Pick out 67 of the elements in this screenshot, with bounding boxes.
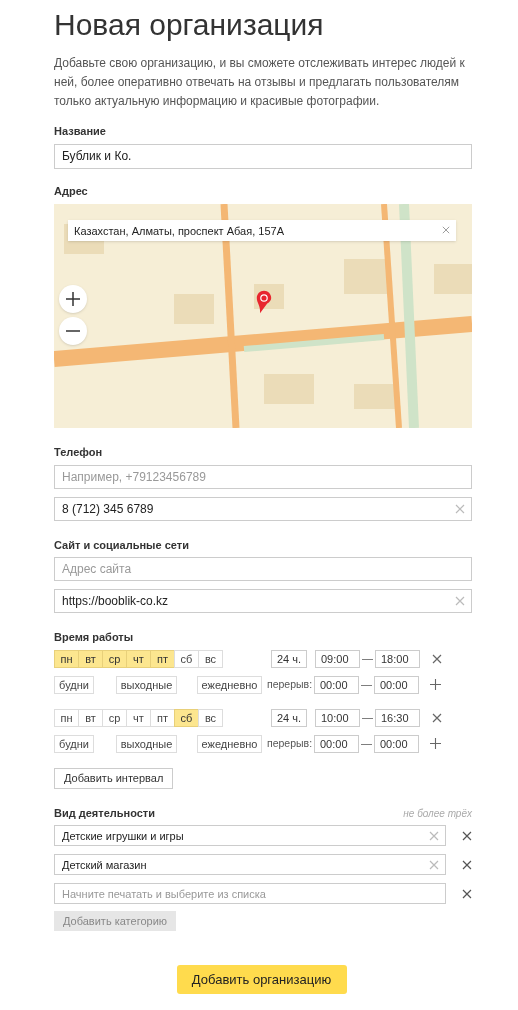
range-dash: — xyxy=(360,677,373,693)
time-field[interactable]: 16:30 xyxy=(375,708,420,727)
minus-icon xyxy=(65,330,81,332)
time-field[interactable]: 00:00 xyxy=(374,675,419,694)
remove-icon[interactable] xyxy=(432,712,442,723)
day-toggle[interactable]: пт xyxy=(150,708,175,727)
field-label: Телефон xyxy=(54,445,104,460)
all-day-button[interactable]: 24 ч. xyxy=(271,649,307,668)
remove-icon[interactable] xyxy=(462,888,472,899)
range-dash: — xyxy=(361,651,374,667)
submit-button[interactable]: Добавить организацию xyxy=(176,965,347,994)
page-title: Новая организация xyxy=(54,7,325,43)
day-toggle[interactable]: пт xyxy=(150,649,175,668)
preset-button[interactable]: ежедневно xyxy=(197,675,262,694)
add-break-icon[interactable] xyxy=(430,738,441,749)
add-interval-button[interactable]: Добавить интервал xyxy=(54,767,174,789)
remove-icon[interactable] xyxy=(462,830,472,841)
day-toggle[interactable]: чт xyxy=(126,708,151,727)
range-dash: — xyxy=(360,736,373,752)
input-field[interactable]: Детский магазин xyxy=(54,854,447,876)
limit-hint: не более трёх xyxy=(403,806,472,821)
day-toggle[interactable]: ср xyxy=(102,708,127,727)
remove-icon[interactable] xyxy=(462,859,472,870)
intro-text: Добавьте свою организацию, и вы сможете отслеживать интерес людей к ней, более оперативно отвечать на отзывы и предлагать пользователям только актуальную информацию и красивые фотографии. xyxy=(54,55,466,110)
time-field[interactable]: 10:00 xyxy=(315,708,360,727)
range-dash: — xyxy=(361,710,374,726)
day-toggle[interactable]: пн xyxy=(54,708,79,727)
time-field[interactable]: 00:00 xyxy=(314,734,359,753)
time-field[interactable]: 00:00 xyxy=(314,675,359,694)
break-label: перерыв: xyxy=(267,735,314,751)
time-field[interactable]: 00:00 xyxy=(374,734,419,753)
input-field[interactable]: Бублик и Ко. xyxy=(54,143,472,169)
field-label: Вид деятельности xyxy=(54,805,155,821)
day-toggle[interactable]: сб xyxy=(174,649,199,668)
add-break-icon[interactable] xyxy=(430,679,441,690)
preset-button[interactable]: будни xyxy=(54,675,94,694)
field-label: Время работы xyxy=(54,630,135,645)
day-toggle[interactable]: сб xyxy=(174,708,199,727)
field-label: Адрес xyxy=(54,183,89,199)
plus-icon xyxy=(65,291,81,307)
preset-button[interactable]: будни xyxy=(54,734,94,753)
input-field[interactable]: Например, +79123456789 xyxy=(54,464,472,489)
day-toggle[interactable]: ср xyxy=(102,649,127,668)
day-toggle[interactable]: вт xyxy=(78,708,103,727)
input-field[interactable]: https://booblik-co.kz xyxy=(54,589,472,613)
field-label: Сайт и социальные сети xyxy=(54,537,190,553)
map-pin-icon[interactable] xyxy=(256,290,272,314)
time-field[interactable]: 18:00 xyxy=(375,649,420,668)
time-field[interactable]: 09:00 xyxy=(315,649,360,668)
preset-button[interactable]: ежедневно xyxy=(197,734,262,753)
preset-button[interactable]: выходные xyxy=(116,734,177,753)
day-toggle[interactable]: вс xyxy=(198,708,223,727)
remove-icon[interactable] xyxy=(432,653,442,664)
day-toggle[interactable]: пн xyxy=(54,649,79,668)
map-search-field[interactable]: Казахстан, Алматы, проспект Абая, 157А xyxy=(68,220,456,241)
break-label: перерыв: xyxy=(267,676,314,692)
field-label: Название xyxy=(54,124,107,139)
all-day-button[interactable]: 24 ч. xyxy=(271,708,307,727)
input-field[interactable]: Адрес сайта xyxy=(54,557,472,581)
preset-button[interactable]: выходные xyxy=(116,675,177,694)
input-field[interactable]: 8 (712) 345 6789 xyxy=(54,496,472,521)
day-toggle[interactable]: чт xyxy=(126,649,151,668)
input-field[interactable]: Детские игрушки и игры xyxy=(54,825,447,847)
day-toggle[interactable]: вт xyxy=(78,649,103,668)
clear-icon[interactable] xyxy=(442,226,450,234)
day-toggle[interactable]: вс xyxy=(198,649,223,668)
input-field[interactable]: Начните печатать и выберите из списка xyxy=(54,883,447,905)
